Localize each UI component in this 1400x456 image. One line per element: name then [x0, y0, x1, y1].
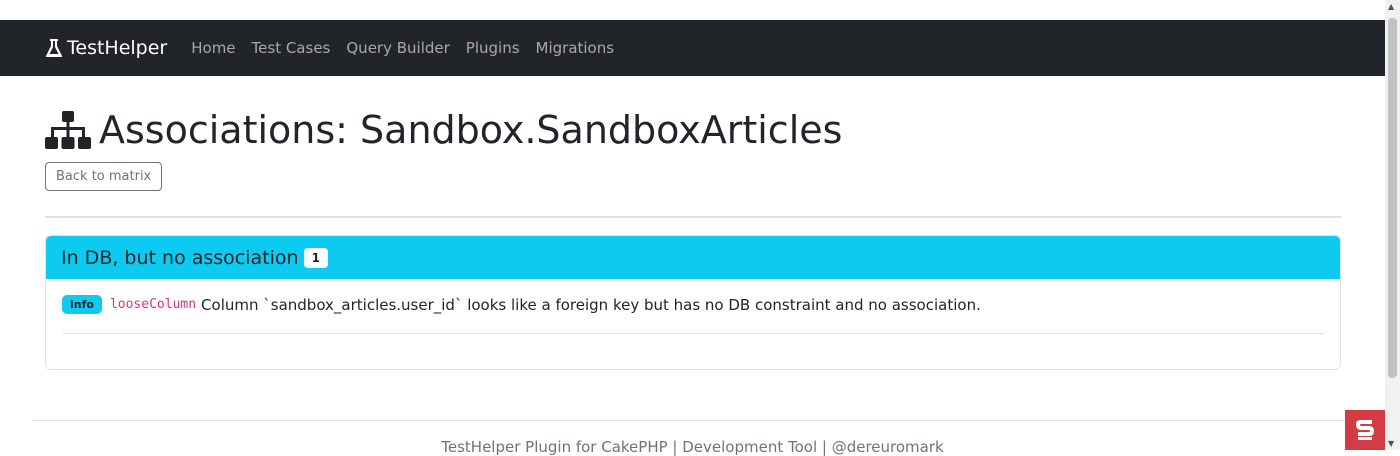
scroll-down-icon[interactable]: ▼	[1388, 439, 1394, 448]
scroll-up-icon[interactable]: ▲	[1388, 2, 1394, 11]
scrollbar[interactable]: ▲ ▼	[1385, 0, 1400, 450]
flask-icon	[45, 39, 63, 57]
count-badge: 1	[303, 247, 328, 268]
issue-item: info looseColumn Column `sandbox_article…	[62, 295, 1324, 314]
issue-code: looseColumn	[109, 297, 197, 312]
no-association-card: In DB, but no association 1 info looseCo…	[45, 235, 1341, 370]
card-title: In DB, but no association	[61, 246, 299, 269]
page-title: Associations: Sandbox.SandboxArticles	[99, 108, 843, 152]
debug-kit-button[interactable]	[1345, 410, 1385, 450]
page-header: Associations: Sandbox.SandboxArticles	[45, 106, 1341, 154]
brand-label: TestHelper	[67, 37, 168, 59]
nav-link-plugins[interactable]: Plugins	[466, 39, 520, 57]
nav-link-home[interactable]: Home	[191, 39, 235, 57]
card-header: In DB, but no association 1	[46, 236, 1340, 279]
sitemap-icon	[45, 111, 91, 149]
main-content: Associations: Sandbox.SandboxArticles Ba…	[45, 76, 1341, 370]
issue-divider	[62, 333, 1324, 334]
scroll-thumb[interactable]	[1388, 18, 1397, 378]
navbar-brand[interactable]: TestHelper	[45, 37, 167, 59]
back-to-matrix-button[interactable]: Back to matrix	[45, 162, 163, 191]
level-badge: info	[62, 295, 102, 314]
debug-kit-icon	[1356, 420, 1374, 440]
issue-message: Column `sandbox_articles.user_id` looks …	[201, 295, 981, 314]
navbar: TestHelper Home Test Cases Query Builder…	[0, 20, 1385, 76]
footer-divider	[32, 420, 1397, 421]
card-body: info looseColumn Column `sandbox_article…	[46, 279, 1340, 369]
nav-link-migrations[interactable]: Migrations	[536, 39, 615, 57]
divider	[45, 216, 1341, 218]
nav-link-test-cases[interactable]: Test Cases	[252, 39, 331, 57]
top-gap	[0, 0, 1400, 20]
nav-link-query-builder[interactable]: Query Builder	[346, 39, 449, 57]
footer-text: TestHelper Plugin for CakePHP | Developm…	[441, 438, 944, 456]
